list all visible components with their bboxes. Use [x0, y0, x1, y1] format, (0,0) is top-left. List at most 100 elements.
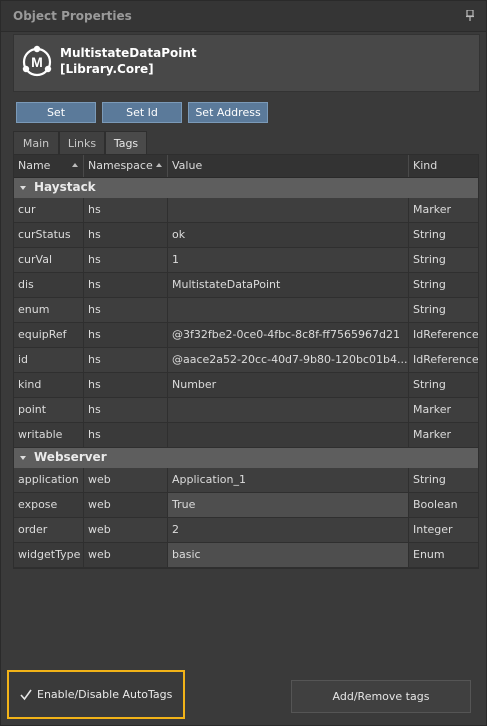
cell-kind: String — [413, 253, 446, 266]
group-header[interactable]: Haystack — [14, 178, 478, 198]
cell-name: enum — [14, 298, 84, 322]
cell-name: application — [14, 468, 84, 492]
cell-name: expose — [14, 493, 84, 517]
cell-kind: String — [413, 228, 446, 241]
column-header-kind[interactable]: Kind — [409, 155, 478, 177]
table-row[interactable]: application web Application_1 String — [14, 468, 478, 493]
cell-name: dis — [14, 273, 84, 297]
table-row[interactable]: order web 2 Integer — [14, 518, 478, 543]
table-row[interactable]: point hs Marker — [14, 398, 478, 423]
cell-namespace: hs — [84, 323, 168, 347]
cell-value[interactable]: Number — [168, 373, 409, 397]
cell-value[interactable] — [168, 423, 409, 447]
object-name: MultistateDataPoint — [60, 46, 197, 60]
table-row[interactable]: widgetType web basic Enum — [14, 543, 478, 568]
cell-value[interactable]: MultistateDataPoint — [168, 273, 409, 297]
cell-value[interactable]: Application_1 — [168, 468, 409, 492]
object-header: M MultistateDataPoint [Library.Core] — [13, 34, 480, 92]
cell-value[interactable]: 1 — [168, 248, 409, 272]
table-row[interactable]: enum hs String — [14, 298, 478, 323]
cell-kind: Enum — [413, 548, 445, 561]
cell-kind: Marker — [413, 403, 452, 416]
column-header-namespace[interactable]: Namespace — [84, 155, 168, 177]
cell-name: cur — [14, 198, 84, 222]
cell-value[interactable] — [168, 298, 409, 322]
cell-kind: Marker — [413, 203, 452, 216]
table-row[interactable]: id hs @aace2a52-20cc-40d7-9b80-120bc01b4..… — [14, 348, 479, 373]
add-remove-tags-button[interactable]: Add/Remove tags — [291, 680, 471, 713]
pin-icon[interactable] — [466, 10, 474, 21]
cell-namespace: web — [84, 468, 168, 492]
cell-name: writable — [14, 423, 84, 447]
cell-namespace: hs — [84, 248, 168, 272]
cell-name: kind — [14, 373, 84, 397]
cell-kind: Marker — [413, 428, 452, 441]
table-row[interactable]: cur hs Marker — [14, 198, 478, 223]
cell-namespace: hs — [84, 348, 168, 372]
cell-name: curStatus — [14, 223, 84, 247]
cell-value[interactable]: 2 — [168, 518, 409, 542]
tab-links[interactable]: Links — [59, 131, 105, 155]
panel-title: Object Properties — [13, 9, 132, 23]
cell-value[interactable] — [168, 198, 409, 222]
table-row[interactable]: expose web True Boolean — [14, 493, 478, 518]
cell-namespace: hs — [84, 273, 168, 297]
tags-grid: Name Namespace Value Kind Haystack cur hs M… — [13, 154, 479, 569]
collapse-arrow-icon[interactable] — [20, 456, 26, 460]
set-address-button[interactable]: Set Address — [188, 102, 268, 123]
cell-value[interactable]: ok — [168, 223, 409, 247]
column-header-value[interactable]: Value — [168, 155, 409, 177]
cell-name: curVal — [14, 248, 84, 272]
cell-namespace: hs — [84, 373, 168, 397]
group-label: Webserver — [34, 450, 107, 464]
cell-namespace: hs — [84, 298, 168, 322]
table-row[interactable]: writable hs Marker — [14, 423, 478, 448]
tab-main[interactable]: Main — [13, 131, 59, 155]
cell-namespace: hs — [84, 198, 168, 222]
cell-namespace: hs — [84, 223, 168, 247]
table-row[interactable]: curVal hs 1 String — [14, 248, 478, 273]
cell-value[interactable]: @3f32fbe2-0ce0-4fbc-8c8f-ff7565967d21 — [168, 323, 409, 347]
sort-asc-icon — [156, 163, 162, 167]
group-header[interactable]: Webserver — [14, 448, 478, 468]
cell-kind: String — [413, 278, 446, 291]
sort-asc-icon — [72, 163, 78, 167]
cell-namespace: web — [84, 543, 168, 567]
table-row[interactable]: dis hs MultistateDataPoint String — [14, 273, 478, 298]
set-button[interactable]: Set — [16, 102, 96, 123]
autotags-label[interactable]: Enable/Disable AutoTags — [37, 688, 172, 701]
cell-kind: String — [413, 473, 446, 486]
cell-name: id — [14, 348, 84, 372]
cell-kind: IdReference — [413, 353, 479, 366]
svg-text:M: M — [31, 54, 43, 70]
cell-kind: String — [413, 378, 446, 391]
cell-value[interactable]: True — [168, 493, 409, 517]
table-row[interactable]: kind hs Number String — [14, 373, 478, 398]
cell-name: equipRef — [14, 323, 84, 347]
collapse-arrow-icon[interactable] — [20, 186, 26, 190]
tab-tags[interactable]: Tags — [105, 131, 147, 156]
cell-kind: Integer — [413, 523, 453, 536]
table-row[interactable]: curStatus hs ok String — [14, 223, 478, 248]
cell-value[interactable]: basic — [168, 543, 409, 567]
grid-header: Name Namespace Value Kind — [14, 155, 478, 178]
object-library: [Library.Core] — [60, 62, 154, 76]
object-properties-panel: Object Properties M MultistateDataPoint … — [0, 0, 487, 726]
cell-value[interactable] — [168, 398, 409, 422]
cell-kind: IdReference — [413, 328, 479, 341]
cell-namespace: hs — [84, 423, 168, 447]
table-row[interactable]: equipRef hs @3f32fbe2-0ce0-4fbc-8c8f-ff756… — [14, 323, 479, 348]
cell-value[interactable]: @aace2a52-20cc-40d7-9b80-120bc01b4... — [168, 348, 409, 372]
cell-name: widgetType — [14, 543, 84, 567]
panel-titlebar: Object Properties — [1, 1, 486, 32]
group-label: Haystack — [34, 180, 96, 194]
cell-name: point — [14, 398, 84, 422]
autotags-checkbox[interactable] — [20, 689, 32, 701]
cell-name: order — [14, 518, 84, 542]
cell-namespace: web — [84, 493, 168, 517]
cell-namespace: hs — [84, 398, 168, 422]
cell-kind: String — [413, 303, 446, 316]
set-id-button[interactable]: Set Id — [102, 102, 182, 123]
module-logo-icon: M — [22, 45, 52, 77]
column-header-name[interactable]: Name — [14, 155, 84, 177]
